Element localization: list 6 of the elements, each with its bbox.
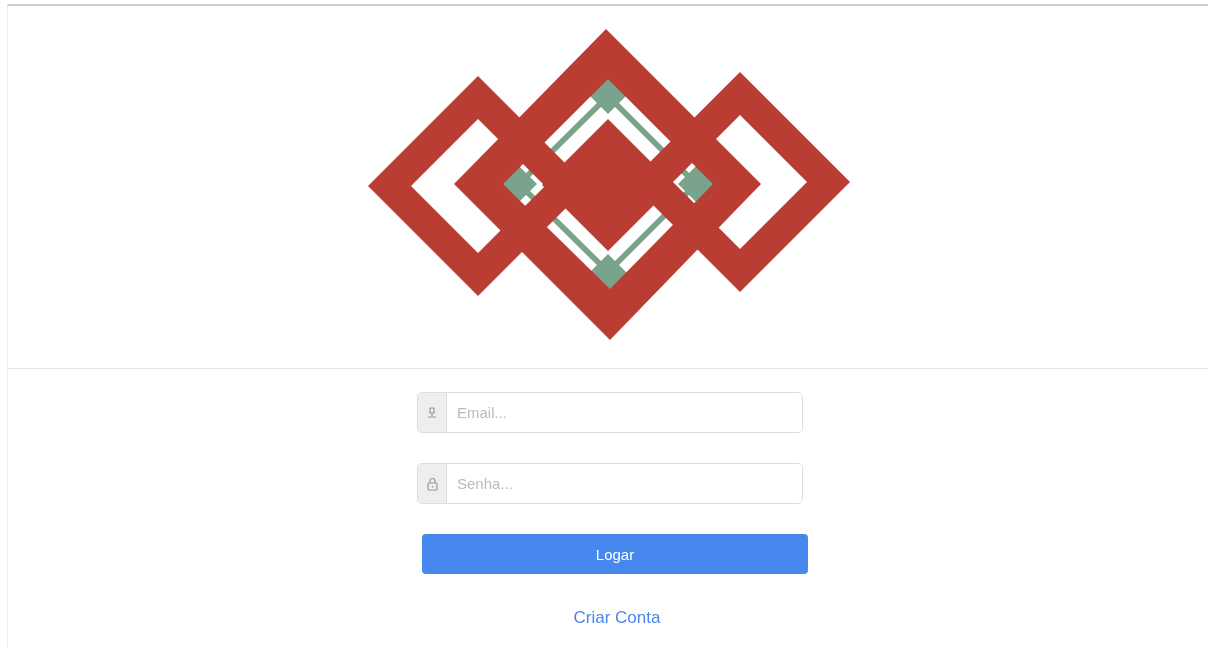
user-icon <box>427 407 437 418</box>
login-button[interactable]: Logar <box>422 534 808 574</box>
email-field[interactable]: Email... <box>417 392 803 433</box>
lock-icon <box>426 476 438 491</box>
create-account-link[interactable]: Criar Conta <box>573 608 661 628</box>
password-field[interactable]: Senha... <box>417 463 803 504</box>
